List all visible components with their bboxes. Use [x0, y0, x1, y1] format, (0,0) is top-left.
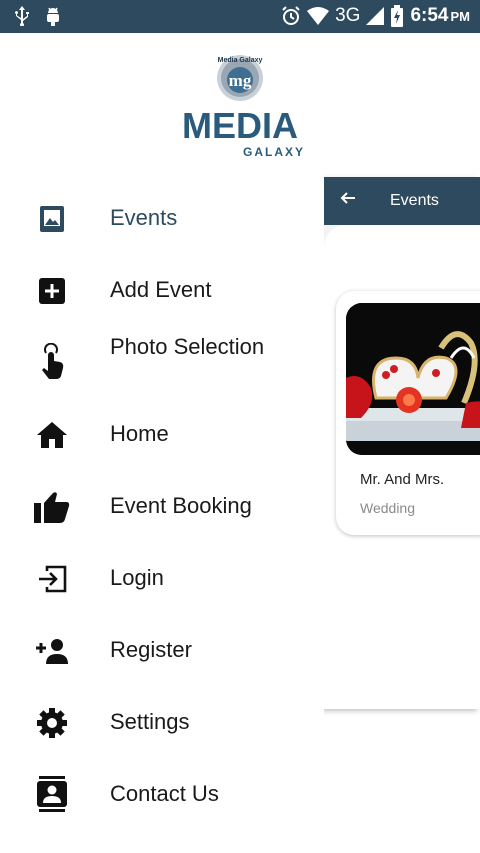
person-add-icon — [34, 633, 70, 669]
menu-item-login[interactable]: Login — [0, 559, 324, 599]
events-toolbar: Events — [324, 177, 480, 225]
battery-charging-icon — [390, 5, 404, 27]
usb-icon — [14, 6, 30, 26]
toolbar-title: Events — [390, 192, 439, 209]
menu-item-event-booking[interactable]: Event Booking — [0, 487, 324, 527]
menu-item-events[interactable]: Events — [0, 199, 324, 239]
android-debug-icon — [44, 6, 62, 26]
menu-label-home: Home — [110, 421, 169, 446]
menu-item-settings[interactable]: Settings — [0, 703, 324, 743]
event-card[interactable]: Mr. And Mrs. Wedding — [336, 291, 480, 535]
event-category: Wedding — [360, 500, 416, 516]
menu-label-event-booking: Event Booking — [110, 493, 252, 518]
alarm-icon — [281, 6, 301, 26]
touch-icon — [34, 343, 70, 379]
add-box-icon — [34, 273, 70, 309]
menu-item-photo-selection[interactable]: Photo Selection — [0, 331, 324, 391]
menu-item-register[interactable]: Register — [0, 631, 324, 671]
clock: 6:54 — [410, 5, 449, 26]
login-icon — [34, 561, 70, 597]
menu-label-events: Events — [110, 205, 178, 230]
menu-label-settings: Settings — [110, 709, 190, 734]
logo-monogram: mg — [229, 71, 252, 90]
menu-item-contact-us[interactable]: Contact Us — [0, 775, 324, 815]
photo-icon — [34, 201, 70, 237]
menu-label-contact-us: Contact Us — [110, 781, 219, 806]
status-bar: 3G 6:54 PM — [0, 0, 480, 33]
event-title: Mr. And Mrs. — [360, 471, 445, 488]
network-type: 3G — [335, 5, 361, 26]
media-galaxy-logo: Media Galaxy mg MEDIA GALAXY — [170, 55, 310, 163]
menu-label-photo-selection: Photo Selection — [110, 334, 265, 359]
settings-icon — [34, 705, 70, 741]
menu-label-login: Login — [110, 565, 164, 590]
logo-sub-text: GALAXY — [243, 145, 305, 159]
contacts-icon — [34, 776, 70, 812]
menu-label-add-event: Add Event — [110, 277, 212, 302]
navigation-drawer: Media Galaxy mg MEDIA GALAXY Events Add … — [0, 33, 324, 853]
signal-icon — [366, 7, 385, 25]
thumb-up-icon — [34, 489, 70, 525]
logo-top-text: Media Galaxy — [218, 57, 263, 64]
background-events-screen: Events Mr. And Mrs. Wedding — [324, 177, 480, 709]
wifi-icon — [307, 7, 330, 25]
home-icon — [34, 417, 70, 453]
menu-label-register: Register — [110, 637, 192, 662]
event-image — [346, 303, 480, 455]
menu-item-home[interactable]: Home — [0, 415, 324, 455]
clock-ampm: PM — [450, 9, 471, 24]
back-arrow-icon[interactable] — [340, 189, 356, 212]
menu-item-add-event[interactable]: Add Event — [0, 271, 324, 311]
logo-main-text: MEDIA — [182, 105, 298, 146]
events-content: Mr. And Mrs. Wedding — [324, 225, 480, 709]
